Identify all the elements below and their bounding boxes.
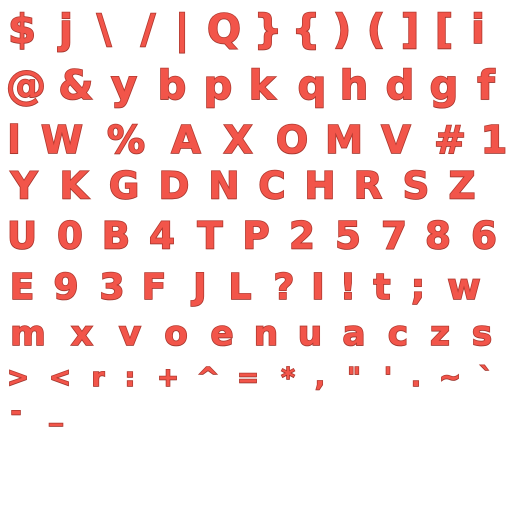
glyph-tile: c [387, 314, 409, 354]
glyph-tile: ; [410, 267, 426, 308]
glyph-tile: P [242, 214, 271, 258]
glyph-tile: D [158, 164, 190, 208]
glyph-tile: q [297, 63, 327, 109]
glyph-tile: ] [400, 7, 420, 53]
glyph-tile: & [58, 63, 94, 109]
glyph-tile: d [385, 63, 415, 109]
glyph-tile: m [9, 314, 46, 354]
glyph-tile: + [156, 363, 179, 393]
glyph-tile: w [447, 267, 482, 308]
glyph-tile: = [236, 363, 259, 393]
glyph-tile: | [174, 7, 190, 53]
glyph-tile: @ [5, 63, 47, 109]
glyph-tile: I [310, 267, 325, 308]
glyph-tile: 4 [148, 214, 175, 258]
glyph-tile: x [70, 314, 94, 354]
glyph-tile: 6 [470, 214, 497, 258]
glyph-tile: ) [332, 7, 352, 53]
glyph-tile: B [101, 214, 131, 258]
glyph-tile: l [7, 118, 22, 162]
glyph-tile: N [208, 164, 241, 208]
glyph-tile: { [291, 7, 321, 53]
glyph-tile: ~ [438, 363, 461, 393]
glyph-tile: M [324, 118, 363, 162]
glyph-tile: ! [339, 267, 357, 308]
glyph-tile: / [140, 7, 156, 53]
glyph-tile: } [253, 7, 283, 53]
glyph-tile: K [59, 164, 89, 208]
glyph-tile: p [203, 63, 233, 109]
glyph-tile: _ [49, 397, 64, 427]
glyph-tile: ^ [196, 363, 219, 393]
glyph-tile: E [9, 267, 35, 308]
glyph-tile: g [429, 63, 459, 109]
glyph-tile: > [6, 363, 29, 393]
glyph-tile: V [380, 118, 411, 162]
glyph-tile: Q [206, 7, 242, 53]
glyph-tile: O [275, 118, 309, 162]
glyph-tile: L [228, 267, 253, 308]
glyph-tile: ( [366, 7, 386, 53]
glyph-tile: 2 [288, 214, 315, 258]
glyph-tile: % [106, 118, 146, 162]
glyph-tile: 0 [56, 214, 83, 258]
glyph-tile: b [157, 63, 187, 109]
glyph-tile: 8 [424, 214, 451, 258]
glyph-tile: s [471, 314, 493, 354]
glyph-tile: r [91, 363, 105, 393]
glyph-tile: S [402, 164, 430, 208]
glyph-tile: $ [7, 7, 36, 53]
glyph-tile: C [258, 164, 287, 208]
glyph-tile: y [110, 63, 138, 109]
glyph-tile: . [410, 363, 421, 393]
glyph-tile: Z [448, 164, 476, 208]
glyph-tile: u [297, 314, 323, 354]
glyph-tile: : [124, 363, 136, 393]
glyph-tile: 5 [334, 214, 361, 258]
glyph-tile: J [192, 267, 207, 308]
glyph-tile: f [476, 63, 495, 109]
glyph-tile: - [10, 397, 22, 427]
glyph-tile: j [58, 7, 73, 53]
glyph-tile: a [342, 314, 367, 354]
glyph-tile: , [314, 363, 325, 393]
glyph-tile: h [339, 63, 369, 109]
glyph-tile: ' [383, 363, 393, 393]
glyph-tile: Y [10, 164, 38, 208]
glyph-tile: ? [273, 267, 295, 308]
glyph-tile: t [373, 267, 392, 308]
glyph-tile: # [433, 118, 466, 162]
glyph-tile: A [170, 118, 201, 162]
glyph-tile: * [280, 363, 295, 393]
glyph-tile: [ [434, 7, 454, 53]
glyph-tile: z [429, 314, 450, 354]
glyph-tile: 9 [53, 267, 80, 308]
glyph-tile: G [108, 164, 140, 208]
glyph-tile: k [248, 63, 276, 109]
glyph-tile: 3 [99, 267, 126, 308]
glyph-tile: v [118, 314, 142, 354]
glyph-tile: X [223, 118, 254, 162]
glyph-atlas: $ j \ / | Q}{) (] [ i @ & y b p k q h d g f l W% A X O M V #1 Y K G D N C… [0, 0, 512, 512]
glyph-tile: i [470, 7, 485, 53]
glyph-tile: \ [96, 7, 112, 53]
glyph-tile: n [253, 314, 279, 354]
glyph-tile: H [304, 164, 337, 208]
glyph-tile: F [141, 267, 167, 308]
glyph-tile: W [40, 118, 84, 162]
glyph-tile: o [164, 314, 189, 354]
glyph-tile: U [6, 214, 38, 258]
glyph-tile: 7 [380, 214, 407, 258]
glyph-tile: 1 [480, 118, 508, 162]
glyph-tile: T [197, 214, 224, 258]
glyph-tile: ` [479, 363, 494, 393]
glyph-tile: < [48, 363, 71, 393]
glyph-tile: " [346, 363, 361, 393]
glyph-tile: e [210, 314, 235, 354]
glyph-tile: R [353, 164, 383, 208]
